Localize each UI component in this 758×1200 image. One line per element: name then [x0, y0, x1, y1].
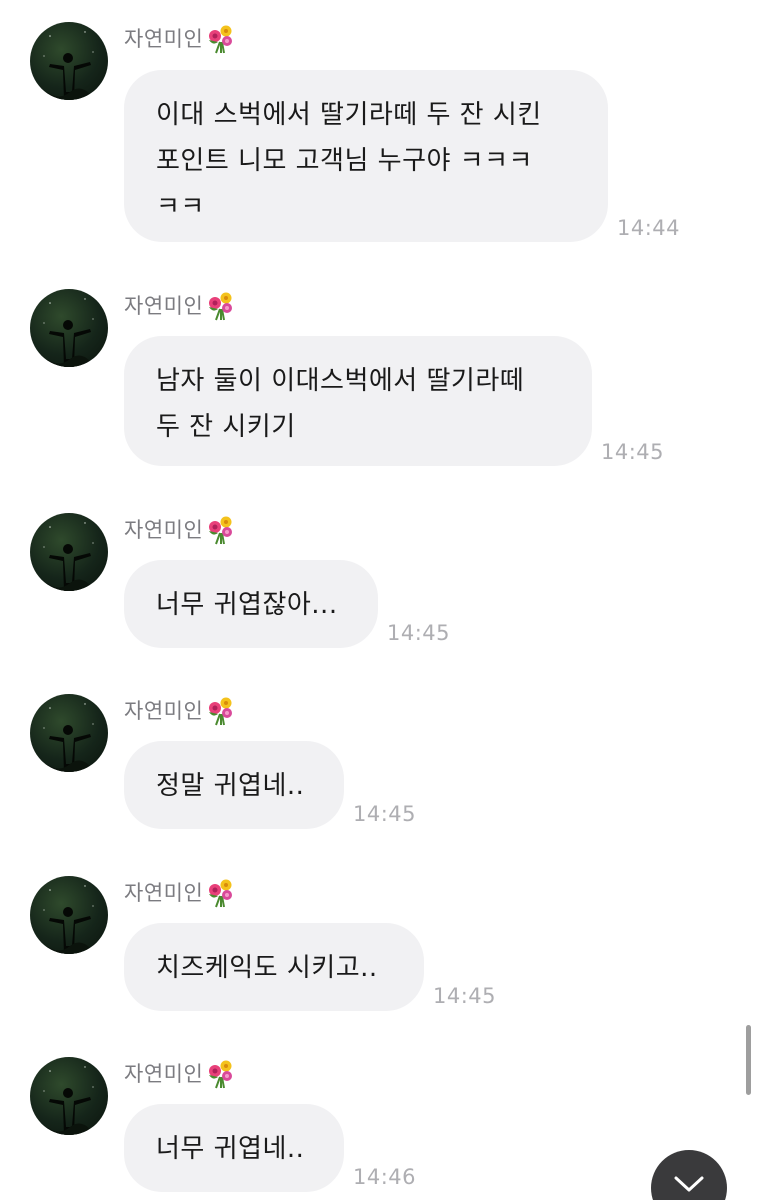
sender-avatar[interactable]	[30, 1057, 108, 1135]
chat-message-list[interactable]: 자연미인 이대 스벅에서 딸기라떼 두 잔 시킨 포인트 니모 고객님 누구야 …	[0, 0, 758, 1200]
scrollbar-thumb[interactable]	[746, 1025, 751, 1095]
message-time: 14:45	[433, 984, 497, 1008]
sender-row: 자연미인	[124, 289, 237, 321]
sender-name: 자연미인	[124, 699, 204, 723]
person-silhouette-icon	[30, 522, 108, 591]
sender-name: 자연미인	[124, 881, 204, 905]
message-bubble[interactable]: 이대 스벅에서 딸기라떼 두 잔 시킨 포인트 니모 고객님 누구야 ㅋㅋㅋ ㅋ…	[124, 70, 608, 242]
message-bubble[interactable]: 너무 귀엽잖아...	[124, 560, 378, 648]
sender-avatar[interactable]	[30, 876, 108, 954]
person-silhouette-icon	[30, 31, 108, 100]
sender-avatar[interactable]	[30, 513, 108, 591]
bouquet-icon	[205, 513, 237, 545]
chevron-down-icon	[674, 1176, 704, 1192]
sender-avatar[interactable]	[30, 694, 108, 772]
message-bubble[interactable]: 너무 귀엽네..	[124, 1104, 344, 1192]
sender-row: 자연미인	[124, 513, 237, 545]
sender-avatar[interactable]	[30, 22, 108, 100]
message-time: 14:45	[601, 440, 665, 464]
bouquet-icon	[205, 289, 237, 321]
message-bubble[interactable]: 남자 둘이 이대스벅에서 딸기라떼 두 잔 시키기	[124, 336, 592, 466]
message-time: 14:45	[387, 621, 451, 645]
message-bubble[interactable]: 치즈케익도 시키고..	[124, 923, 424, 1011]
bouquet-icon	[205, 1057, 237, 1089]
person-silhouette-icon	[30, 298, 108, 367]
sender-avatar[interactable]	[30, 289, 108, 367]
message-bubble[interactable]: 정말 귀엽네..	[124, 741, 344, 829]
sender-name: 자연미인	[124, 518, 204, 542]
sender-name: 자연미인	[124, 27, 204, 51]
sender-row: 자연미인	[124, 22, 237, 54]
sender-row: 자연미인	[124, 694, 237, 726]
person-silhouette-icon	[30, 1066, 108, 1135]
message-time: 14:46	[353, 1165, 417, 1189]
bouquet-icon	[205, 22, 237, 54]
person-silhouette-icon	[30, 885, 108, 954]
sender-row: 자연미인	[124, 1057, 237, 1089]
sender-name: 자연미인	[124, 1062, 204, 1086]
bouquet-icon	[205, 694, 237, 726]
person-silhouette-icon	[30, 703, 108, 772]
scroll-to-bottom-button[interactable]	[651, 1150, 727, 1200]
sender-name: 자연미인	[124, 294, 204, 318]
message-time: 14:45	[353, 802, 417, 826]
sender-row: 자연미인	[124, 876, 237, 908]
message-time: 14:44	[617, 216, 681, 240]
bouquet-icon	[205, 876, 237, 908]
